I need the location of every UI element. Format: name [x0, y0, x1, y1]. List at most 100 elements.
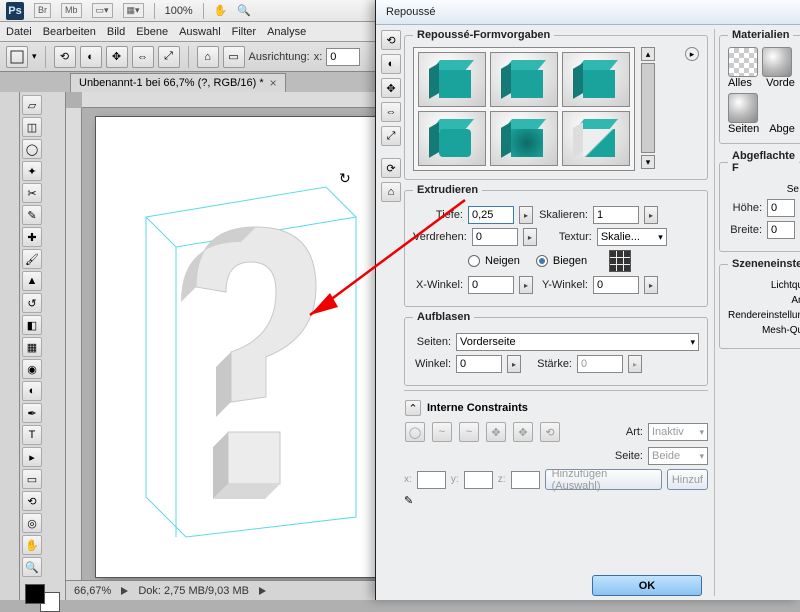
flyout-icon[interactable]: [259, 587, 266, 595]
menu-datei[interactable]: Datei: [6, 26, 32, 38]
close-tab-icon[interactable]: ×: [270, 76, 277, 90]
healing-tool-icon[interactable]: ✚: [22, 227, 42, 247]
document-tab[interactable]: Unbenannt-1 bei 66,7% (?, RGB/16) * ×: [70, 73, 286, 92]
stamp-tool-icon[interactable]: ▲: [22, 271, 42, 291]
path-select-icon[interactable]: ▸: [22, 447, 42, 467]
menu-ebene[interactable]: Ebene: [136, 26, 168, 38]
3d-rotate-icon[interactable]: ⟲: [22, 491, 42, 511]
eyedropper-tool-icon[interactable]: ✎: [22, 205, 42, 225]
ok-button[interactable]: OK: [592, 575, 702, 596]
mesh-pan-icon[interactable]: ✥: [381, 78, 401, 98]
arrange-button[interactable]: ▦▾: [123, 3, 144, 18]
depth-spinner[interactable]: ▸: [519, 206, 533, 224]
xangle-spinner[interactable]: ▸: [519, 276, 533, 294]
dodge-tool-icon[interactable]: ◐: [22, 381, 42, 401]
slide-3d-icon[interactable]: ⇔: [132, 46, 154, 68]
dropdown-icon[interactable]: ▾: [32, 51, 37, 62]
zoom-tool-icon[interactable]: 🔍: [237, 4, 251, 17]
crop-tool-icon[interactable]: ✂: [22, 183, 42, 203]
rotate-3d-icon[interactable]: ⟲: [54, 46, 76, 68]
angle-input[interactable]: 0: [456, 355, 502, 373]
scale-3d-icon[interactable]: ⤢: [158, 46, 180, 68]
scroll-up-icon[interactable]: ▴: [641, 47, 655, 61]
dialog-titlebar[interactable]: Repoussé: [376, 0, 800, 25]
camera-home-icon[interactable]: ⌂: [381, 182, 401, 202]
eraser-tool-icon[interactable]: ◧: [22, 315, 42, 335]
brush-tool-icon[interactable]: 🖌: [22, 249, 42, 269]
preset-item[interactable]: [562, 111, 630, 166]
preset-item[interactable]: [490, 111, 558, 166]
lasso-tool-icon[interactable]: ◯: [22, 139, 42, 159]
flyout-icon[interactable]: [121, 587, 128, 595]
doc-size[interactable]: Dok: 2,75 MB/9,03 MB: [138, 585, 249, 597]
color-swatches[interactable]: [21, 584, 64, 612]
view-menu-icon[interactable]: ▭: [223, 46, 245, 68]
mesh-scale-icon[interactable]: ⤢: [381, 126, 401, 146]
preset-item[interactable]: [490, 52, 558, 107]
scroll-down-icon[interactable]: ▾: [641, 155, 655, 169]
scale-spinner[interactable]: ▸: [644, 206, 658, 224]
sides-select[interactable]: Vorderseite: [456, 333, 699, 351]
eraser-icon[interactable]: ✎: [404, 494, 413, 507]
pan-3d-icon[interactable]: ✥: [106, 46, 128, 68]
question-mark-3d-object[interactable]: [136, 177, 366, 537]
camera-rotate-icon[interactable]: ⟳: [381, 158, 401, 178]
menu-analyse[interactable]: Analyse: [267, 26, 306, 38]
mesh-roll-icon[interactable]: ◐: [381, 54, 401, 74]
yangle-spinner[interactable]: ▸: [644, 276, 658, 294]
screen-mode-button[interactable]: ▭▾: [92, 3, 113, 18]
text-tool-icon[interactable]: T: [22, 425, 42, 445]
menu-bild[interactable]: Bild: [107, 26, 125, 38]
x-input[interactable]: 0: [326, 48, 360, 66]
hand-tool-icon[interactable]: ✋: [22, 535, 42, 555]
width-input[interactable]: 0: [767, 221, 795, 239]
pen-tool-icon[interactable]: ✒: [22, 403, 42, 423]
biegen-radio[interactable]: [536, 255, 548, 267]
menu-bearbeiten[interactable]: Bearbeiten: [43, 26, 96, 38]
material-all[interactable]: [728, 47, 758, 77]
wand-tool-icon[interactable]: ✦: [22, 161, 42, 181]
zoom-level[interactable]: 66,67%: [74, 585, 111, 597]
hand-tool-icon[interactable]: ✋: [214, 4, 228, 17]
scale-input[interactable]: 1: [593, 206, 639, 224]
menu-filter[interactable]: Filter: [232, 26, 256, 38]
zoom-tool-icon[interactable]: 🔍: [22, 557, 42, 577]
depth-input[interactable]: 0,25: [468, 206, 514, 224]
current-tool-icon[interactable]: [6, 46, 28, 68]
scroll-track[interactable]: [641, 63, 655, 153]
preset-item[interactable]: [418, 111, 486, 166]
mesh-rotate-icon[interactable]: ⟲: [381, 30, 401, 50]
3d-camera-icon[interactable]: ◎: [22, 513, 42, 533]
mesh-slide-icon[interactable]: ⇔: [381, 102, 401, 122]
origin-grid[interactable]: [609, 250, 631, 272]
menu-auswahl[interactable]: Auswahl: [179, 26, 221, 38]
minibridge-button[interactable]: Mb: [61, 3, 82, 18]
document-canvas[interactable]: ↻: [96, 117, 386, 577]
preset-scrollbar[interactable]: ▴ ▾: [641, 47, 655, 169]
material-front[interactable]: [762, 47, 792, 77]
angle-spinner[interactable]: ▸: [507, 355, 521, 373]
texture-select[interactable]: Skalie...: [597, 228, 667, 246]
collapse-icon[interactable]: ⌃: [405, 400, 421, 416]
height-input[interactable]: 0: [767, 199, 795, 217]
blur-tool-icon[interactable]: ◉: [22, 359, 42, 379]
marquee-tool-icon[interactable]: ◫: [22, 117, 42, 137]
zoom-display[interactable]: 100%: [165, 5, 193, 17]
preset-flyout-icon[interactable]: ▸: [685, 47, 699, 61]
yangle-input[interactable]: 0: [593, 276, 639, 294]
neigen-radio[interactable]: [468, 255, 480, 267]
twist-input[interactable]: 0: [472, 228, 518, 246]
roll-3d-icon[interactable]: ◐: [80, 46, 102, 68]
home-view-icon[interactable]: ⌂: [197, 46, 219, 68]
history-brush-icon[interactable]: ↺: [22, 293, 42, 313]
move-tool-icon[interactable]: ▱: [22, 95, 42, 115]
preset-item[interactable]: [418, 52, 486, 107]
shape-tool-icon[interactable]: ▭: [22, 469, 42, 489]
material-sides[interactable]: [728, 93, 758, 123]
bridge-button[interactable]: Br: [34, 3, 51, 18]
xangle-input[interactable]: 0: [468, 276, 514, 294]
preset-item[interactable]: [562, 52, 630, 107]
gradient-tool-icon[interactable]: ▦: [22, 337, 42, 357]
foreground-swatch[interactable]: [25, 584, 45, 604]
twist-spinner[interactable]: ▸: [523, 228, 537, 246]
